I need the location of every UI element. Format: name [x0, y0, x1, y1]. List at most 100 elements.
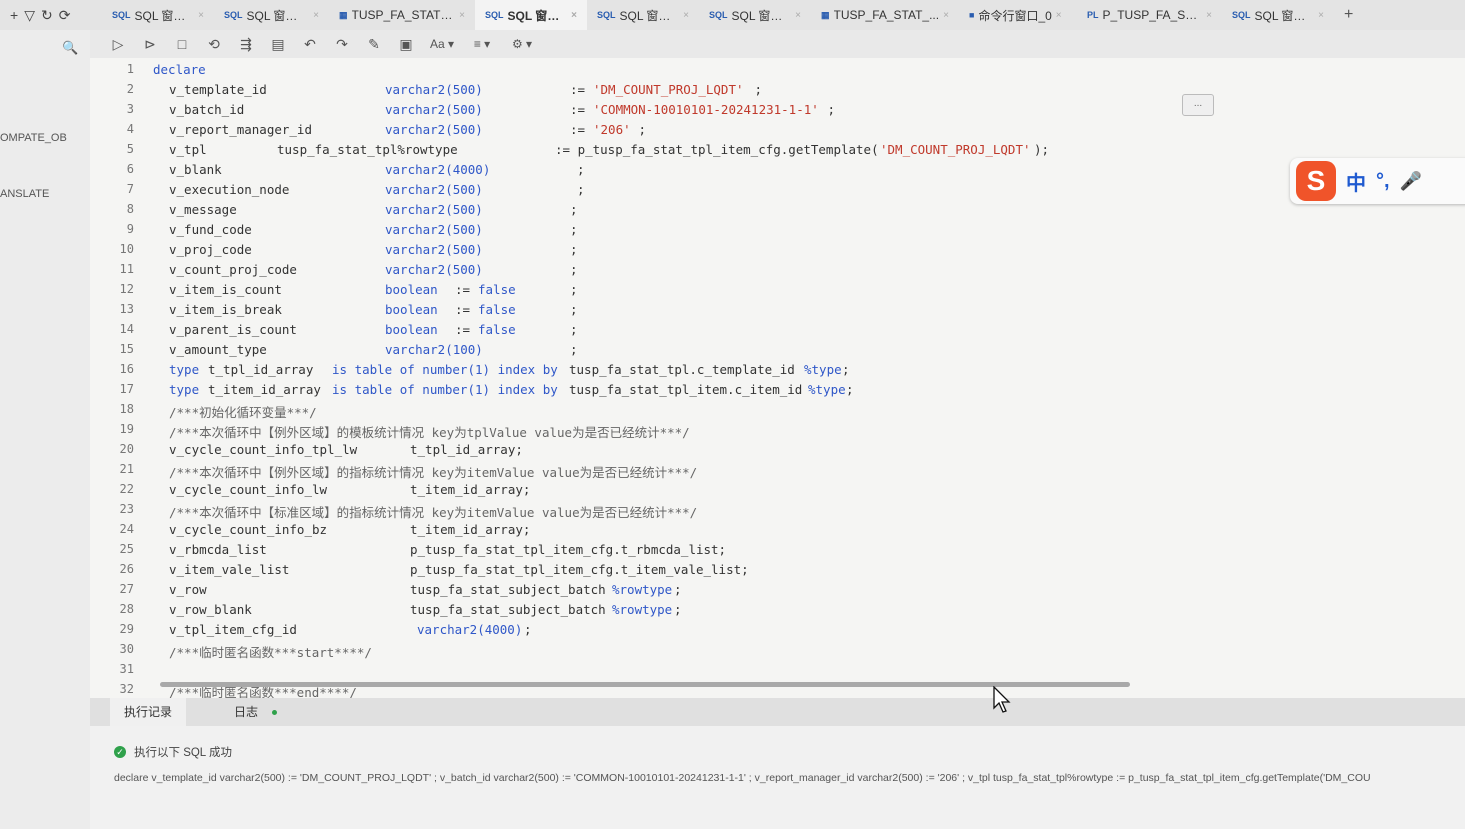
code-line[interactable]: 24 v_cycle_count_info_bz t_item_id_array;: [90, 522, 1465, 542]
code-line[interactable]: 4 v_report_manager_id varchar2(500):= '206…: [90, 122, 1465, 142]
code-token: ;: [570, 202, 578, 217]
code-line[interactable]: 10 v_proj_code varchar2(500);: [90, 242, 1465, 262]
code-token: varchar2(500): [385, 122, 483, 137]
close-icon[interactable]: ×: [313, 10, 319, 21]
code-line[interactable]: 11 v_count_proj_code varchar2(500);: [90, 262, 1465, 282]
add-tab-button[interactable]: +: [1334, 6, 1363, 24]
microphone-icon[interactable]: 🎤: [1400, 171, 1422, 192]
executed-sql-text[interactable]: declare v_template_id varchar2(500) := '…: [114, 772, 1371, 784]
code-token: varchar2(500): [385, 82, 483, 97]
tab-3[interactable]: ▦ TUSP_FA_STAT_... ×: [329, 0, 475, 30]
more-button[interactable]: ...: [1182, 94, 1214, 116]
ime-toolbar[interactable]: S 中 °, 🎤: [1290, 158, 1465, 204]
code-token: tusp_fa_stat_tpl%rowtype: [277, 142, 458, 157]
filter-icon[interactable]: ▽: [24, 7, 35, 24]
close-icon[interactable]: ×: [795, 10, 801, 21]
new-tab-icon[interactable]: +: [10, 7, 18, 23]
step-icon[interactable]: ⊳: [136, 36, 164, 53]
tab-2[interactable]: SQL SQL 窗口_2 ×: [214, 0, 329, 30]
code-token: varchar2(500): [385, 222, 483, 237]
code-line[interactable]: 5 v_tpl tusp_fa_stat_tpl%rowtype:= p_tusp_…: [90, 142, 1465, 162]
ime-language[interactable]: 中: [1346, 167, 1366, 196]
sogou-logo-icon[interactable]: S: [1296, 161, 1336, 201]
search-icon[interactable]: 🔍: [62, 40, 78, 56]
close-icon[interactable]: ×: [943, 10, 949, 21]
code-token: declare: [153, 62, 206, 77]
tab-log[interactable]: 日志: [220, 698, 291, 726]
tab-9[interactable]: PL P_TUSP_FA_STA... ×: [1077, 0, 1222, 30]
undo-icon[interactable]: ↶: [296, 36, 324, 53]
sidebar-item[interactable]: OMPATE_OB: [0, 132, 67, 144]
tab-type-icon: ▦: [339, 9, 348, 20]
code-token: v_row_blank: [169, 602, 252, 617]
tab-8[interactable]: ■ 命令行窗口_0 ×: [959, 0, 1077, 30]
tab-execution-history[interactable]: 执行记录: [110, 698, 187, 726]
line-number: 21: [119, 462, 134, 476]
code-line[interactable]: 30 /***临时匿名函数***start****/: [90, 642, 1465, 662]
line-number: 23: [119, 502, 134, 516]
code-line[interactable]: 18 /***初始化循环变量***/: [90, 402, 1465, 422]
stop-icon[interactable]: □: [168, 36, 196, 52]
close-icon[interactable]: ×: [1206, 10, 1212, 21]
list-menu-button[interactable]: ≡ ▾: [464, 37, 500, 51]
code-line[interactable]: 22 v_cycle_count_info_lw t_item_id_array;: [90, 482, 1465, 502]
code-line[interactable]: 15 v_amount_type varchar2(100);: [90, 342, 1465, 362]
code-line[interactable]: 25 v_rbmcda_list p_tusp_fa_stat_tpl_item_c…: [90, 542, 1465, 562]
close-icon[interactable]: ×: [571, 10, 577, 21]
save-icon[interactable]: ▤: [264, 36, 292, 53]
reload-icon[interactable]: ⟳: [59, 7, 71, 24]
code-line[interactable]: 1 declare: [90, 62, 1465, 82]
code-token: ;: [846, 382, 854, 397]
tab-10[interactable]: SQL SQL 窗口_8 ×: [1222, 0, 1334, 30]
code-line[interactable]: 20 v_cycle_count_info_tpl_lw t_tpl_id_arra…: [90, 442, 1465, 462]
code-token: ;: [820, 102, 836, 117]
close-icon[interactable]: ×: [683, 10, 689, 21]
code-line[interactable]: 29 v_tpl_item_cfg_id varchar2(4000);: [90, 622, 1465, 642]
code-line[interactable]: 12 v_item_is_count boolean:= false;: [90, 282, 1465, 302]
ime-punctuation[interactable]: °,: [1376, 170, 1390, 193]
code-line[interactable]: 23 /***本次循环中【标准区域】的指标统计情况 key为itemValue v…: [90, 502, 1465, 522]
magic-icon[interactable]: ✎: [360, 36, 388, 53]
code-line[interactable]: 6 v_blank varchar2(4000);: [90, 162, 1465, 182]
code-line[interactable]: 26 v_item_vale_list p_tusp_fa_stat_tpl_ite…: [90, 562, 1465, 582]
code-line[interactable]: 31: [90, 662, 1465, 682]
sql-editor[interactable]: 1 declare 2 v_template_id varchar2(500):= 'D…: [90, 58, 1465, 698]
tab-4[interactable]: SQL SQL 窗口_3 ×: [475, 0, 587, 30]
settings-menu-button[interactable]: ⚙ ▾: [504, 37, 540, 51]
code-line[interactable]: 17 type t_item_id_array is table of number…: [90, 382, 1465, 402]
refresh-icon[interactable]: ↻: [41, 7, 53, 24]
code-line[interactable]: 28 v_row_blank tusp_fa_stat_subject_batch%…: [90, 602, 1465, 622]
history-icon[interactable]: ⟲: [200, 36, 228, 53]
close-icon[interactable]: ×: [1318, 10, 1324, 21]
code-line[interactable]: 3 v_batch_id varchar2(500):= 'COMMON-10010…: [90, 102, 1465, 122]
close-icon[interactable]: ×: [1056, 10, 1062, 21]
run-icon[interactable]: ▷: [104, 36, 132, 53]
format-icon[interactable]: ⇶: [232, 36, 260, 53]
code-line[interactable]: 8 v_message varchar2(500);: [90, 202, 1465, 222]
code-token: ;: [674, 602, 682, 617]
code-line[interactable]: 27 v_row tusp_fa_stat_subject_batch %rowtyp…: [90, 582, 1465, 602]
tab-1[interactable]: SQL SQL 窗口_1 ×: [102, 0, 214, 30]
tab-7[interactable]: ▦ TUSP_FA_STAT_... ×: [811, 0, 959, 30]
close-icon[interactable]: ×: [198, 10, 204, 21]
layout-icon[interactable]: ▣: [392, 36, 420, 53]
tab-6[interactable]: SQL SQL 窗口_5 ×: [699, 0, 811, 30]
code-token: /***初始化循环变量***/: [169, 405, 317, 420]
tab-5[interactable]: SQL SQL 窗口_4 ×: [587, 0, 699, 30]
code-line[interactable]: 13 v_item_is_break boolean:= false;: [90, 302, 1465, 322]
sidebar-item[interactable]: ANSLATE: [0, 188, 49, 200]
code-line[interactable]: 16 type t_tpl_id_array is table of number(…: [90, 362, 1465, 382]
code-token: v_tpl_item_cfg_id: [169, 622, 297, 637]
code-line[interactable]: 2 v_template_id varchar2(500):= 'DM_COUNT_…: [90, 82, 1465, 102]
close-icon[interactable]: ×: [459, 10, 465, 21]
code-line[interactable]: 9 v_fund_code varchar2(500);: [90, 222, 1465, 242]
code-line[interactable]: 7 v_execution_node varchar2(500);: [90, 182, 1465, 202]
code-line[interactable]: 14 v_parent_is_count boolean:= false;: [90, 322, 1465, 342]
font-menu-button[interactable]: Aa ▾: [424, 37, 460, 51]
code-token: varchar2(4000): [417, 622, 523, 637]
code-line[interactable]: 19 /***本次循环中【例外区域】的模板统计情况 key为tplValue va…: [90, 422, 1465, 442]
redo-icon[interactable]: ↷: [328, 36, 356, 53]
horizontal-scrollbar[interactable]: [160, 682, 1130, 687]
code-token: is table of number(1) index by: [332, 362, 558, 377]
code-line[interactable]: 21 /***本次循环中【例外区域】的指标统计情况 key为itemValue v…: [90, 462, 1465, 482]
